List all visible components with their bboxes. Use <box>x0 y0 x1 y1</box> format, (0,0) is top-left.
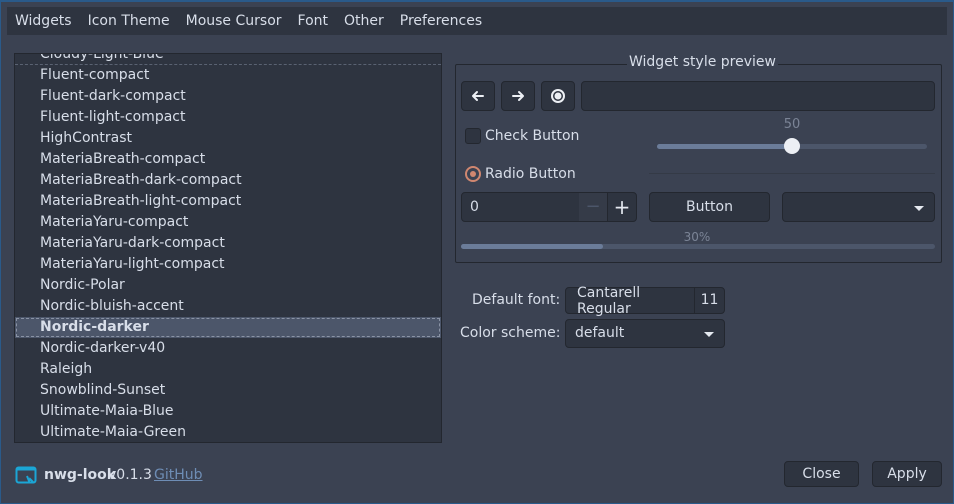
record-button[interactable] <box>541 81 575 111</box>
menu-font[interactable]: Font <box>298 13 328 29</box>
color-scheme-value: default <box>575 325 625 341</box>
theme-list-item[interactable]: MateriaYaru-light-compact <box>15 254 441 275</box>
font-chooser-button[interactable]: Cantarell Regular 11 <box>565 284 725 317</box>
theme-list-item[interactable]: Nordic-Polar <box>15 275 441 296</box>
menubar: Widgets Icon Theme Mouse Cursor Font Oth… <box>7 7 947 35</box>
spin-value[interactable]: 0 <box>462 193 579 221</box>
github-link[interactable]: GitHub <box>154 467 203 483</box>
menu-mouse-cursor[interactable]: Mouse Cursor <box>186 13 282 29</box>
theme-list-item[interactable]: Nordic-bluish-accent <box>15 296 441 317</box>
theme-list-item[interactable]: Cloudy-Light-Blue <box>15 54 441 65</box>
widget-preview-title: Widget style preview <box>627 54 778 70</box>
apply-button[interactable]: Apply <box>872 461 942 487</box>
chevron-down-icon <box>914 206 924 211</box>
menu-preferences[interactable]: Preferences <box>400 13 482 29</box>
color-scheme-label: Color scheme: <box>460 325 561 341</box>
app-version: v0.1.3 <box>108 467 152 483</box>
theme-list-item[interactable]: Fluent-light-compact <box>15 107 441 128</box>
progress-fill <box>461 244 604 249</box>
theme-list-item[interactable]: MateriaYaru-dark-compact <box>15 233 441 254</box>
close-button[interactable]: Close <box>784 461 859 487</box>
theme-list-rows: Cloudy-Light-Blue Fluent-compact Fluent-da… <box>15 54 441 442</box>
font-name: Cantarell Regular <box>577 284 641 317</box>
menu-other[interactable]: Other <box>344 13 384 29</box>
back-button[interactable] <box>461 81 495 111</box>
check-button-box[interactable] <box>465 128 481 144</box>
theme-list-item[interactable]: Nordic-darker <box>15 317 441 338</box>
theme-list-item[interactable]: Ultimate-Maia-Green <box>15 422 441 442</box>
theme-list-item[interactable]: MateriaBreath-light-compact <box>15 191 441 212</box>
chevron-down-icon <box>704 332 714 337</box>
menu-widgets[interactable]: Widgets <box>15 13 72 29</box>
nwg-look-logo-icon <box>15 466 37 484</box>
font-size: 11 <box>694 288 724 313</box>
preview-text-entry[interactable] <box>581 81 935 111</box>
slider-fill <box>657 144 792 149</box>
theme-list-item[interactable]: Fluent-compact <box>15 65 441 86</box>
menu-icon-theme[interactable]: Icon Theme <box>88 13 170 29</box>
record-icon <box>551 89 565 103</box>
theme-list-item[interactable]: MateriaBreath-compact <box>15 149 441 170</box>
theme-list-item[interactable]: MateriaBreath-dark-compact <box>15 170 441 191</box>
preview-slider[interactable] <box>657 138 927 154</box>
radio-button-label[interactable]: Radio Button <box>485 166 576 182</box>
progress-label: 30% <box>683 230 711 244</box>
slider-value: 50 <box>783 117 801 132</box>
color-scheme-combo[interactable]: default <box>565 319 725 348</box>
slider-knob[interactable] <box>784 138 800 154</box>
separator <box>649 173 935 174</box>
theme-list-item[interactable]: Raleigh <box>15 359 441 380</box>
spin-plus-button[interactable]: + <box>607 193 636 221</box>
preview-combo[interactable] <box>782 192 935 222</box>
default-font-label: Default font: <box>472 292 561 308</box>
spin-minus-button[interactable]: − <box>579 193 607 221</box>
theme-list-item[interactable]: MateriaYaru-compact <box>15 212 441 233</box>
theme-list[interactable]: Cloudy-Light-Blue Fluent-compact Fluent-da… <box>14 53 442 443</box>
theme-list-item[interactable]: Snowblind-Sunset <box>15 380 441 401</box>
app-name: nwg-look <box>44 467 117 483</box>
theme-list-item[interactable]: HighContrast <box>15 128 441 149</box>
radio-button-indicator[interactable] <box>465 166 481 182</box>
theme-list-item[interactable]: Fluent-dark-compact <box>15 86 441 107</box>
preview-button[interactable]: Button <box>649 192 770 222</box>
theme-list-item[interactable]: Nordic-darker-v40 <box>15 338 441 359</box>
theme-list-item[interactable]: Ultimate-Maia-Blue <box>15 401 441 422</box>
forward-button[interactable] <box>501 81 535 111</box>
arrow-left-icon <box>472 91 484 101</box>
arrow-right-icon <box>512 91 524 101</box>
check-button-label[interactable]: Check Button <box>485 128 579 144</box>
progress-bar <box>461 244 935 249</box>
spin-button[interactable]: 0 − + <box>461 192 637 222</box>
